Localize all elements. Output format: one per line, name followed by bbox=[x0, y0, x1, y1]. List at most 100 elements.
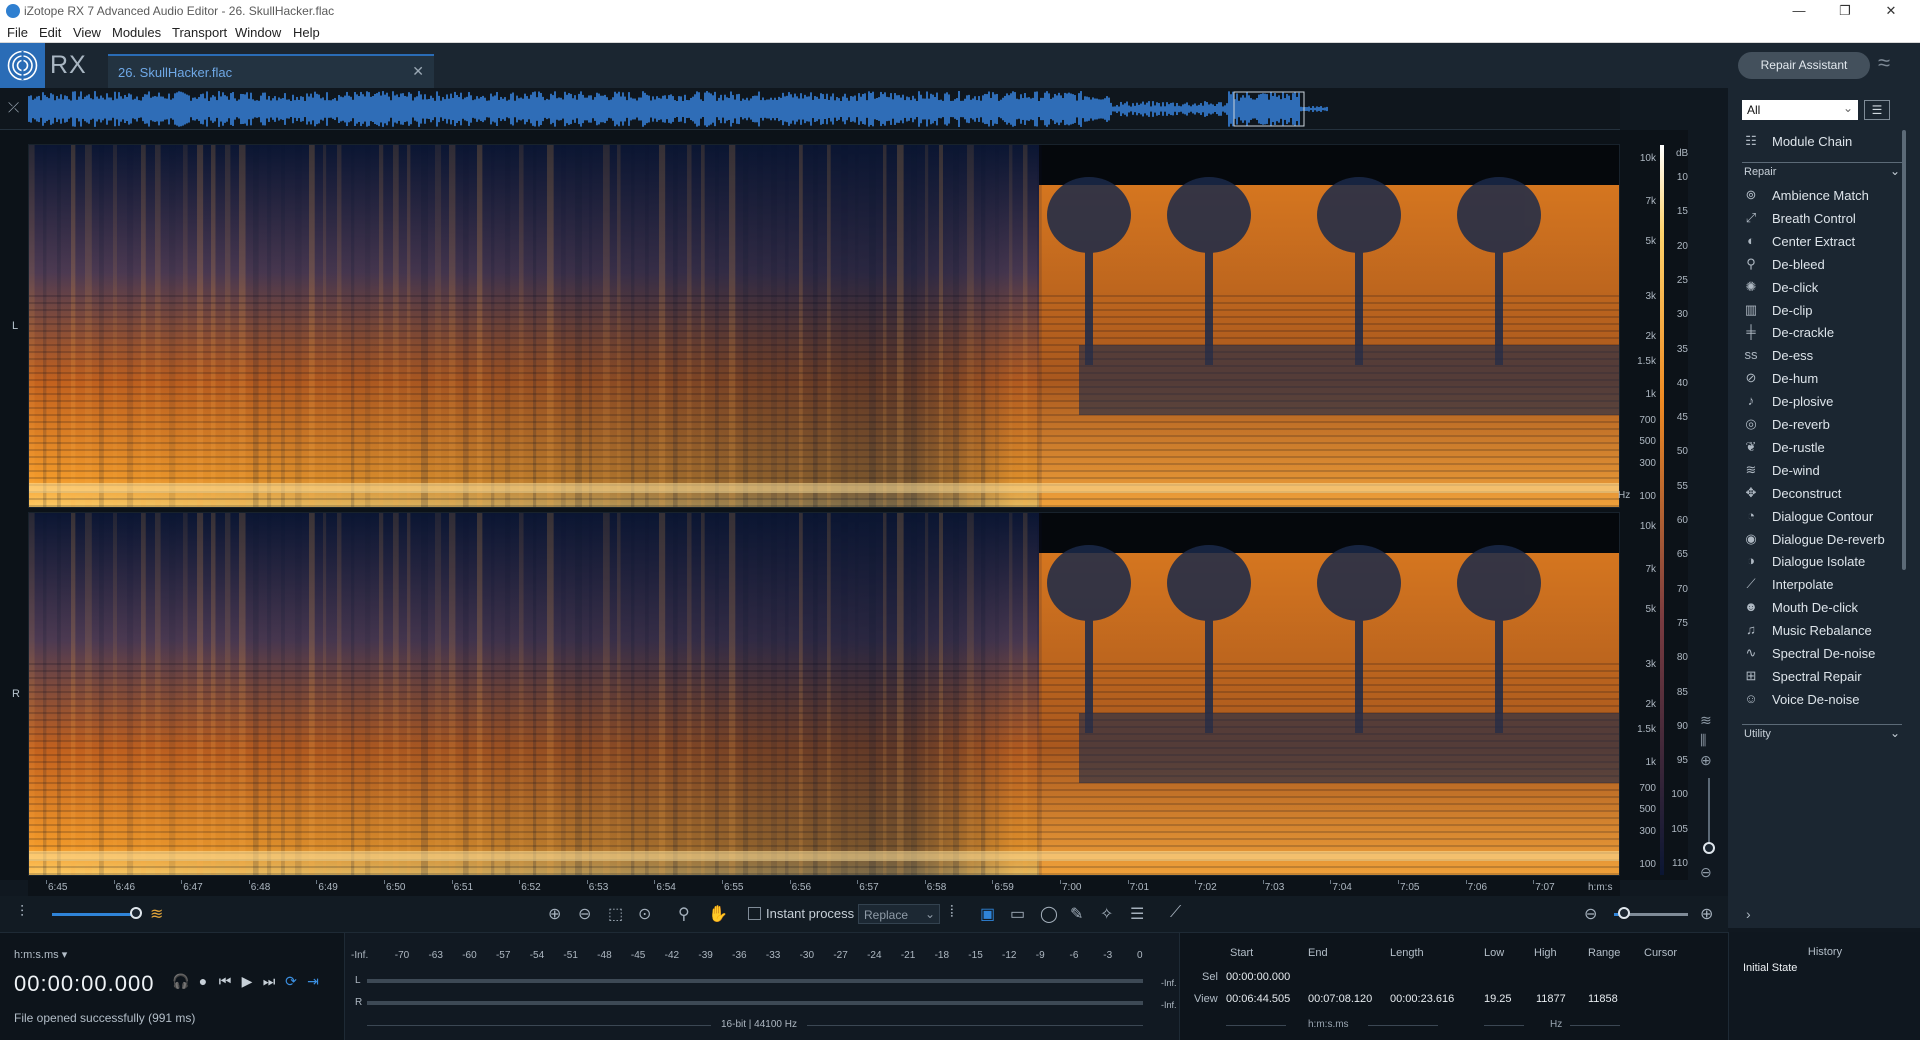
vertical-zoom-out-icon[interactable]: ⊖ bbox=[1700, 864, 1712, 881]
zoom-fit-icon[interactable]: ⊙ bbox=[638, 904, 651, 924]
overview-wave-segment bbox=[858, 93, 860, 125]
zoom-to-selection-icon[interactable]: ⬚ bbox=[608, 904, 623, 924]
overview-waveform[interactable] bbox=[28, 90, 1620, 128]
zoom-out-time-icon[interactable]: ⊖ bbox=[578, 904, 591, 924]
play-button[interactable]: ▶ bbox=[236, 973, 258, 990]
overview-wave-segment bbox=[704, 92, 706, 126]
view-length-value[interactable]: 00:00:23.616 bbox=[1390, 993, 1454, 1005]
chevron-right-icon[interactable]: › bbox=[1746, 906, 1751, 922]
waveform-spectrogram-blend-slider[interactable] bbox=[52, 913, 136, 916]
menu-modules[interactable]: Modules bbox=[112, 25, 161, 40]
time-tick bbox=[1398, 880, 1399, 884]
overview-wave-segment bbox=[1086, 96, 1088, 122]
menu-help[interactable]: Help bbox=[293, 25, 320, 40]
format-divider-left bbox=[367, 1025, 711, 1026]
minimize-button[interactable]: — bbox=[1776, 0, 1822, 22]
file-tab[interactable]: 26. SkullHacker.flac ✕ bbox=[108, 54, 434, 88]
magic-wand-icon[interactable]: ✧ bbox=[1100, 904, 1113, 924]
overview-wave-segment bbox=[942, 100, 944, 118]
overview-wave-segment bbox=[688, 100, 690, 118]
view-end-value[interactable]: 00:07:08.120 bbox=[1308, 993, 1372, 1005]
overview-wave-segment bbox=[682, 100, 684, 118]
lasso-tool-icon[interactable]: ◯ bbox=[1040, 904, 1058, 924]
overview-wave-segment bbox=[1280, 99, 1282, 119]
play-to-end-button[interactable]: ⇥ bbox=[302, 973, 324, 990]
zoom-tool-icon[interactable]: ⚲ bbox=[678, 904, 690, 924]
process-mode-select[interactable]: Replace ⌄ bbox=[858, 904, 940, 924]
overview-wave-segment bbox=[646, 94, 648, 124]
history-entry[interactable]: Initial State bbox=[1743, 962, 1797, 974]
spectrogram-settings-icon[interactable]: ≋ bbox=[1700, 712, 1712, 729]
go-to-start-button[interactable]: ⏮ bbox=[214, 973, 236, 990]
spectrogram-left-image[interactable] bbox=[29, 145, 1620, 508]
collapse-overview-icon[interactable]: ⤫ bbox=[8, 99, 19, 116]
waveform-settings-icon[interactable]: ⫼ bbox=[1700, 732, 1706, 749]
gain-envelope-icon[interactable]: ⟋ bbox=[1170, 904, 1181, 922]
overview-wave-segment bbox=[764, 100, 766, 118]
module-panel-scrollbar[interactable] bbox=[1902, 130, 1906, 570]
record-button[interactable]: ● bbox=[192, 973, 214, 989]
overview-wave-segment bbox=[556, 98, 558, 120]
time-format-select[interactable]: h:m:s.ms ▾ bbox=[14, 948, 67, 961]
overview-wave-segment bbox=[846, 97, 848, 121]
overview-wave-segment bbox=[1158, 103, 1160, 115]
menu-transport[interactable]: Transport bbox=[172, 25, 227, 40]
overview-wave-segment bbox=[1078, 93, 1080, 125]
time-tick bbox=[992, 880, 994, 884]
spectrogram-channel-left[interactable] bbox=[28, 144, 1620, 508]
time-frequency-selection-icon[interactable]: ▣ bbox=[980, 904, 995, 924]
horizontal-zoom-knob[interactable] bbox=[1618, 907, 1630, 919]
zoom-out-horizontal-icon[interactable]: ⊖ bbox=[1584, 904, 1597, 924]
waveform-overview[interactable]: ⤫ bbox=[0, 88, 1620, 130]
overview-wave-segment bbox=[284, 93, 286, 125]
overview-wave-segment bbox=[1272, 95, 1274, 123]
menu-edit[interactable]: Edit bbox=[39, 25, 61, 40]
izotope-logo[interactable] bbox=[0, 43, 45, 88]
menu-view[interactable]: View bbox=[73, 25, 101, 40]
blend-slider-knob[interactable] bbox=[130, 907, 142, 919]
module-chain-wave-icon[interactable]: ≈ bbox=[1878, 50, 1910, 82]
overview-wave-segment bbox=[654, 99, 656, 119]
loop-button[interactable]: ⟳ bbox=[280, 973, 302, 990]
zoom-in-horizontal-icon[interactable]: ⊕ bbox=[1700, 904, 1713, 924]
overview-wave-segment bbox=[100, 95, 102, 123]
view-high-value[interactable]: 11877 bbox=[1536, 993, 1566, 1005]
spectrogram-view-icon[interactable]: ≋ bbox=[150, 904, 163, 924]
overview-wave-segment bbox=[820, 93, 822, 125]
overview-wave-segment bbox=[810, 92, 812, 126]
overview-wave-segment bbox=[1010, 93, 1012, 125]
view-low-value[interactable]: 19.25 bbox=[1484, 993, 1512, 1005]
brush-tool-icon[interactable]: ✎ bbox=[1070, 904, 1083, 924]
play-selection-button[interactable]: ⏭ bbox=[258, 973, 280, 990]
waveform-view-icon[interactable]: ⫶ bbox=[20, 904, 24, 922]
hand-tool-icon[interactable]: ✋ bbox=[708, 904, 728, 924]
overview-wave-segment bbox=[1208, 104, 1210, 114]
overview-wave-segment bbox=[990, 97, 992, 121]
vertical-zoom-in-icon[interactable]: ⊕ bbox=[1700, 752, 1712, 769]
time-ruler[interactable]: 6:45 6:46 6:47 6:48 6:49 6:50 6:51 6:52 6:53 6:54… bbox=[28, 880, 1620, 896]
overview-wave-segment bbox=[510, 93, 512, 125]
headphones-icon[interactable]: 🎧 bbox=[170, 973, 192, 990]
menu-file[interactable]: File bbox=[7, 25, 28, 40]
module-item-azimuth[interactable]: ⟋Azimuth bbox=[1742, 748, 1902, 750]
menu-window[interactable]: Window bbox=[235, 25, 281, 40]
overview-wave-segment bbox=[852, 96, 854, 122]
sel-start-value[interactable]: 00:00:00.000 bbox=[1226, 971, 1290, 983]
zoom-in-time-icon[interactable]: ⊕ bbox=[548, 904, 561, 924]
spectrogram-right-image[interactable] bbox=[29, 513, 1620, 876]
close-tab-icon[interactable]: ✕ bbox=[412, 63, 424, 80]
repair-assistant-button[interactable]: Repair Assistant bbox=[1738, 52, 1870, 79]
view-range-value[interactable]: 11858 bbox=[1588, 993, 1618, 1005]
maximize-button[interactable]: ❐ bbox=[1822, 0, 1868, 22]
frequency-selection-tool-icon[interactable]: ▭ bbox=[1010, 904, 1025, 924]
time-selection-tool-icon[interactable]: ⦙ bbox=[950, 904, 954, 922]
vertical-zoom-knob[interactable] bbox=[1703, 842, 1715, 854]
view-start-value[interactable]: 00:06:44.505 bbox=[1226, 993, 1290, 1005]
instant-process-checkbox[interactable] bbox=[748, 907, 761, 921]
instant-process-toggle[interactable]: Instant process bbox=[748, 906, 854, 921]
vertical-zoom-track[interactable] bbox=[1708, 778, 1710, 846]
history-title: History bbox=[1807, 946, 1843, 958]
spectrogram-channel-right[interactable] bbox=[28, 512, 1620, 876]
close-window-button[interactable]: ✕ bbox=[1868, 0, 1914, 22]
harmonic-selection-icon[interactable]: ☰ bbox=[1130, 904, 1144, 924]
